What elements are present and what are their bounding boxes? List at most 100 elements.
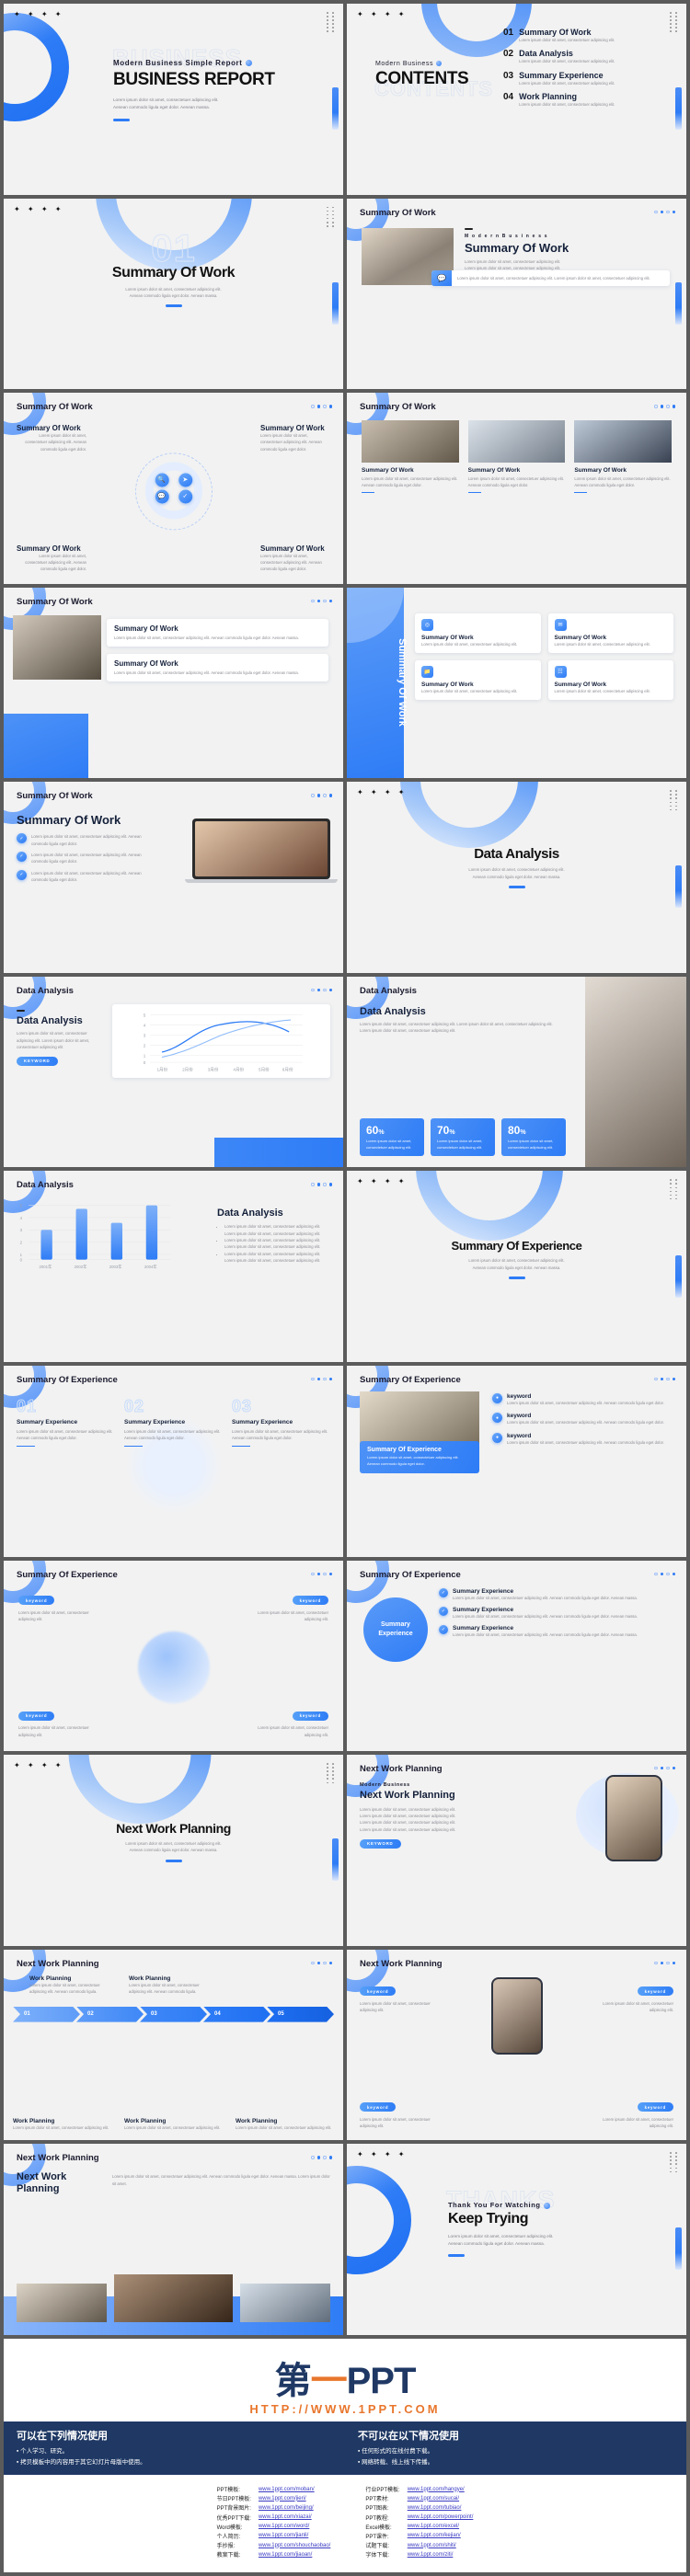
- contents-item[interactable]: 02 Data Analysis Lorem ipsum dolor sit a…: [503, 49, 666, 64]
- page-indicator[interactable]: [311, 2156, 332, 2159]
- pill-item[interactable]: keyword Lorem ipsum dolor sit amet, cons…: [18, 1590, 103, 1623]
- step-arrow[interactable]: 04: [203, 2007, 270, 2022]
- link-url[interactable]: www.1ppt.com/jiaoan/: [255, 2550, 334, 2559]
- link-row[interactable]: Excel模板: www.1ppt.com/excel/: [362, 2522, 477, 2531]
- page-indicator[interactable]: [654, 210, 675, 213]
- link-url[interactable]: www.1ppt.com/shouchaobao/: [255, 2541, 334, 2550]
- page-indicator[interactable]: [311, 1377, 332, 1381]
- keyword-pill[interactable]: keyword: [292, 1596, 328, 1605]
- page-indicator[interactable]: [654, 1767, 675, 1770]
- slide-exp-numbers[interactable]: Summary Of Experience 01 Summary Experie…: [4, 1365, 343, 1557]
- slide-section-planning[interactable]: ✦ ✦ ✦ ✦ Next Work Planning Lorem ipsum d…: [4, 1755, 343, 1946]
- slide-plan-arrows[interactable]: Next Work Planning Work Planning Lorem i…: [4, 1949, 343, 2141]
- step-arrow[interactable]: 03: [140, 2007, 207, 2022]
- slide-section-experience[interactable]: ✦ ✦ ✦ ✦ Summary Of Experience Lorem ipsu…: [347, 1171, 686, 1362]
- step-arrow[interactable]: 01: [13, 2007, 80, 2022]
- percent-card[interactable]: 60% Lorem ipsum dolor sit amet, consecte…: [360, 1117, 424, 1157]
- exp-item[interactable]: 02 Summary Experience Lorem ipsum dolor …: [124, 1396, 223, 1448]
- slide-work-intro[interactable]: Summary Of Work M o d e r n B u s i n e …: [347, 198, 686, 390]
- keyword-pill[interactable]: keyword: [637, 2102, 673, 2112]
- link-url[interactable]: www.1ppt.com/excel/: [404, 2522, 477, 2531]
- link-url[interactable]: www.1ppt.com/beijing/: [255, 2503, 334, 2513]
- link-url[interactable]: www.1ppt.com/xiazai/: [255, 2513, 334, 2522]
- split-card[interactable]: Summary Of Work Lorem ipsum dolor sit am…: [107, 653, 328, 682]
- link-url[interactable]: www.1ppt.com/tubiao/: [404, 2503, 477, 2513]
- keyword-pill[interactable]: KEYWORD: [360, 1838, 401, 1849]
- percent-card[interactable]: 70% Lorem ipsum dolor sit amet, consecte…: [431, 1117, 495, 1157]
- pill-item[interactable]: keyword Lorem ipsum dolor sit amet, cons…: [18, 1705, 103, 1738]
- page-indicator[interactable]: [654, 1572, 675, 1575]
- link-url[interactable]: www.1ppt.com/ziti/: [404, 2550, 477, 2559]
- link-row[interactable]: PPT教程: www.1ppt.com/powerpoint/: [362, 2513, 477, 2522]
- keyword-pill[interactable]: keyword: [18, 1596, 55, 1605]
- page-indicator[interactable]: [311, 794, 332, 797]
- link-url[interactable]: www.1ppt.com/shiti/: [404, 2541, 477, 2550]
- link-row[interactable]: 手抄报: www.1ppt.com/shouchaobao/: [213, 2541, 335, 2550]
- vertical-card[interactable]: ◎ Summary Of Work Lorem ipsum dolor sit …: [415, 613, 541, 654]
- gallery-photo[interactable]: [114, 2273, 233, 2322]
- slide-thanks[interactable]: ✦ ✦ ✦ ✦ THANKS Thank You For Watching Ke…: [347, 2144, 686, 2335]
- step-arrow[interactable]: 02: [76, 2007, 144, 2022]
- step-arrow[interactable]: 05: [267, 2007, 334, 2022]
- gallery-photo[interactable]: [239, 2283, 330, 2322]
- slide-work-circle[interactable]: Summary Of Work 🔍 ➤ 💬 ✓ Summary Of Work …: [4, 393, 343, 584]
- link-row[interactable]: PPT素材: www.1ppt.com/sucai/: [362, 2494, 477, 2503]
- slide-plan-gallery[interactable]: Next Work Planning Next Work Planning Lo…: [4, 2144, 343, 2335]
- slide-contents[interactable]: ✦ ✦ ✦ ✦ CONTENTS Modern Business CONTENT…: [347, 4, 686, 195]
- search-icon[interactable]: 🔍: [155, 473, 169, 487]
- page-indicator[interactable]: [311, 1183, 332, 1186]
- link-url[interactable]: www.1ppt.com/hangye/: [404, 2484, 477, 2493]
- banner-card[interactable]: Summary Of Experience Lorem ipsum dolor …: [360, 1440, 479, 1473]
- link-url[interactable]: www.1ppt.com/powerpoint/: [404, 2513, 477, 2522]
- link-row[interactable]: PPT图表: www.1ppt.com/tubiao/: [362, 2503, 477, 2513]
- link-row[interactable]: PPT模板: www.1ppt.com/moban/: [213, 2484, 335, 2494]
- slide-section-data[interactable]: ✦ ✦ ✦ ✦ Data Analysis Lorem ipsum dolor …: [347, 782, 686, 973]
- link-url[interactable]: www.1ppt.com/moban/: [255, 2484, 334, 2493]
- keyword-pill[interactable]: KEYWORD: [17, 1056, 58, 1066]
- page-indicator[interactable]: [311, 599, 332, 603]
- chat-icon[interactable]: 💬: [155, 489, 169, 504]
- slide-plan-phone[interactable]: Next Work Planning Modern Business Next …: [347, 1755, 686, 1946]
- slide-work-vertical[interactable]: Summary Of Work ◎ Summary Of Work Lorem …: [347, 587, 686, 779]
- photo-card[interactable]: Summary Of Work Lorem ipsum dolor sit am…: [467, 420, 566, 494]
- vertical-card[interactable]: ✉ Summary Of Work Lorem ipsum dolor sit …: [547, 613, 673, 654]
- link-row[interactable]: 教案下载: www.1ppt.com/jiaoan/: [213, 2550, 335, 2559]
- slide-work-photos[interactable]: Summary Of Work Summary Of Work Lorem ip…: [347, 393, 686, 584]
- page-indicator[interactable]: [311, 1961, 332, 1965]
- page-indicator[interactable]: [311, 405, 332, 408]
- slide-plan-phone2[interactable]: Next Work Planning keyword Lorem ipsum d…: [347, 1949, 686, 2141]
- slide-data-line[interactable]: Data Analysis Data Analysis Lorem ipsum …: [4, 976, 343, 1168]
- page-indicator[interactable]: [311, 1572, 332, 1575]
- slide-work-laptop[interactable]: Summary Of Work Summary Of Work ✓ Lorem …: [4, 782, 343, 973]
- page-indicator[interactable]: [654, 1377, 675, 1381]
- plan-item[interactable]: keyword Lorem ipsum dolor sit amet, cons…: [360, 2097, 437, 2130]
- keyword-pill[interactable]: keyword: [18, 1711, 55, 1721]
- link-row[interactable]: 优秀PPT下载: www.1ppt.com/xiazai/: [213, 2513, 335, 2522]
- exp-item[interactable]: 01 Summary Experience Lorem ipsum dolor …: [17, 1396, 115, 1448]
- link-row[interactable]: 行业PPT模板: www.1ppt.com/hangye/: [362, 2484, 477, 2494]
- slide-exp-pills[interactable]: Summary Of Experience keyword Lorem ipsu…: [4, 1560, 343, 1752]
- keyword-pill[interactable]: keyword: [360, 2102, 397, 2112]
- page-indicator[interactable]: [654, 405, 675, 408]
- contents-item[interactable]: 01 Summary Of Work Lorem ipsum dolor sit…: [503, 28, 666, 43]
- link-url[interactable]: www.1ppt.com/jieri/: [255, 2494, 334, 2503]
- slide-data-percent[interactable]: Data Analysis Data Analysis Lorem ipsum …: [347, 976, 686, 1168]
- slide-exp-keywords[interactable]: Summary Of Experience Summary Of Experie…: [347, 1365, 686, 1557]
- page-indicator[interactable]: [654, 1961, 675, 1965]
- plan-item[interactable]: keyword Lorem ipsum dolor sit amet, cons…: [596, 2097, 673, 2130]
- plan-item[interactable]: keyword Lorem ipsum dolor sit amet, cons…: [596, 1981, 673, 2014]
- link-row[interactable]: Word模板: www.1ppt.com/word/: [213, 2522, 335, 2531]
- slide-cover[interactable]: ✦ ✦ ✦ ✦ BUSINESS Modern Business Simple …: [4, 4, 343, 195]
- plan-item[interactable]: keyword Lorem ipsum dolor sit amet, cons…: [360, 1981, 437, 2014]
- keyword-pill[interactable]: keyword: [360, 1986, 397, 1997]
- exp-item[interactable]: 03 Summary Experience Lorem ipsum dolor …: [232, 1396, 330, 1448]
- slide-work-split[interactable]: Summary Of Work Summary Of Work Lorem ip…: [4, 587, 343, 779]
- vertical-card[interactable]: 📁 Summary Of Work Lorem ipsum dolor sit …: [415, 660, 541, 701]
- percent-card[interactable]: 80% Lorem ipsum dolor sit amet, consecte…: [501, 1117, 566, 1157]
- check-icon[interactable]: ✓: [178, 489, 192, 504]
- photo-card[interactable]: Summary Of Work Lorem ipsum dolor sit am…: [574, 420, 673, 494]
- slide-data-bar[interactable]: Data Analysis 5 4 3 2 10 2001年 2002年 2003年 20…: [4, 1171, 343, 1362]
- slide-section-work[interactable]: ✦ ✦ ✦ ✦ 01 Summary Of Work Lorem ipsum d…: [4, 198, 343, 390]
- contents-item[interactable]: 04 Work Planning Lorem ipsum dolor sit a…: [503, 92, 666, 108]
- slide-exp-circle[interactable]: Summary Of Experience Summary Experience…: [347, 1560, 686, 1752]
